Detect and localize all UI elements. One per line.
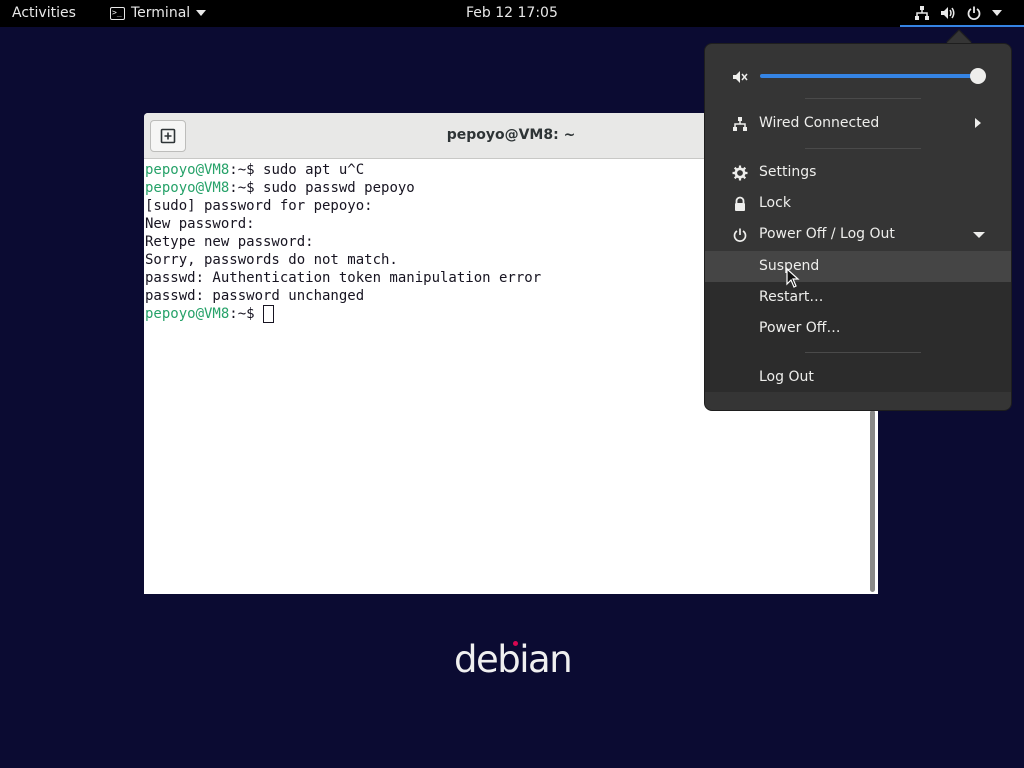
logout-menu-item[interactable]: Log Out bbox=[705, 362, 1011, 393]
terminal-line-text: :~$ sudo passwd pepoyo bbox=[229, 180, 415, 196]
terminal-line-text: :~$ bbox=[229, 306, 264, 322]
app-menu-button[interactable]: >_ Terminal bbox=[110, 5, 207, 21]
restart-label: Restart… bbox=[759, 289, 824, 305]
power-off-logout-label: Power Off / Log Out bbox=[759, 226, 895, 242]
network-wired-icon bbox=[915, 5, 929, 20]
terminal-scrollbar[interactable] bbox=[866, 410, 878, 594]
power-icon bbox=[733, 228, 747, 242]
chevron-down-icon bbox=[196, 10, 207, 16]
scrollbar-thumb[interactable] bbox=[870, 410, 875, 592]
separator bbox=[805, 352, 921, 353]
system-menu: Wired Connected Settings Lock Power Off … bbox=[704, 43, 1012, 411]
terminal-cursor bbox=[263, 305, 275, 323]
volume-slider[interactable] bbox=[760, 74, 978, 78]
terminal-line-text: passwd: Authentication token manipulatio… bbox=[145, 270, 542, 286]
settings-row[interactable]: Settings bbox=[705, 157, 1011, 188]
prompt-user-host: pepoyo@VM8 bbox=[145, 306, 230, 322]
app-menu-label: Terminal bbox=[131, 5, 191, 21]
chevron-down-icon bbox=[973, 232, 985, 238]
separator bbox=[805, 98, 921, 99]
settings-label: Settings bbox=[759, 164, 817, 180]
power-icon bbox=[967, 6, 981, 20]
separator bbox=[805, 148, 921, 149]
lock-row[interactable]: Lock bbox=[705, 188, 1011, 219]
system-status-area[interactable] bbox=[900, 0, 1024, 27]
suspend-menu-item[interactable]: Suspend bbox=[705, 251, 1011, 282]
top-bar: Activities >_ Terminal Feb 12 17:05 bbox=[0, 0, 1024, 27]
terminal-line-text: Sorry, passwords do not match. bbox=[145, 252, 398, 268]
prompt-user-host: pepoyo@VM8 bbox=[145, 162, 230, 178]
power-off-logout-row[interactable]: Power Off / Log Out bbox=[705, 219, 1011, 250]
chevron-right-icon bbox=[975, 118, 981, 128]
volume-muted-icon bbox=[733, 71, 748, 83]
activities-button[interactable]: Activities bbox=[12, 5, 76, 21]
mouse-pointer-icon bbox=[786, 268, 800, 288]
power-off-label: Power Off… bbox=[759, 320, 841, 336]
clock[interactable]: Feb 12 17:05 bbox=[466, 5, 558, 21]
volume-row[interactable] bbox=[705, 60, 1011, 92]
network-row[interactable]: Wired Connected bbox=[705, 108, 1011, 139]
network-label: Wired Connected bbox=[759, 115, 880, 131]
logout-label: Log Out bbox=[759, 369, 814, 385]
power-off-menu-item[interactable]: Power Off… bbox=[705, 313, 1011, 344]
prompt-user-host: pepoyo@VM8 bbox=[145, 180, 230, 196]
volume-icon bbox=[941, 6, 955, 19]
terminal-line-text: Retype new password: bbox=[145, 234, 314, 250]
lock-icon bbox=[735, 196, 745, 211]
terminal-line-text: passwd: password unchanged bbox=[145, 288, 365, 304]
restart-menu-item[interactable]: Restart… bbox=[705, 282, 1011, 313]
lock-label: Lock bbox=[759, 195, 791, 211]
chevron-down-icon bbox=[992, 9, 1002, 16]
terminal-icon: >_ bbox=[110, 6, 125, 20]
gear-icon bbox=[732, 165, 748, 181]
terminal-line-text: :~$ sudo apt u^C bbox=[229, 162, 365, 178]
terminal-line-text: [sudo] password for pepoyo: bbox=[145, 198, 373, 214]
terminal-line-text: New password: bbox=[145, 216, 255, 232]
network-wired-icon bbox=[733, 117, 747, 131]
volume-slider-knob[interactable] bbox=[970, 68, 986, 84]
debian-logo-dot bbox=[513, 641, 518, 646]
